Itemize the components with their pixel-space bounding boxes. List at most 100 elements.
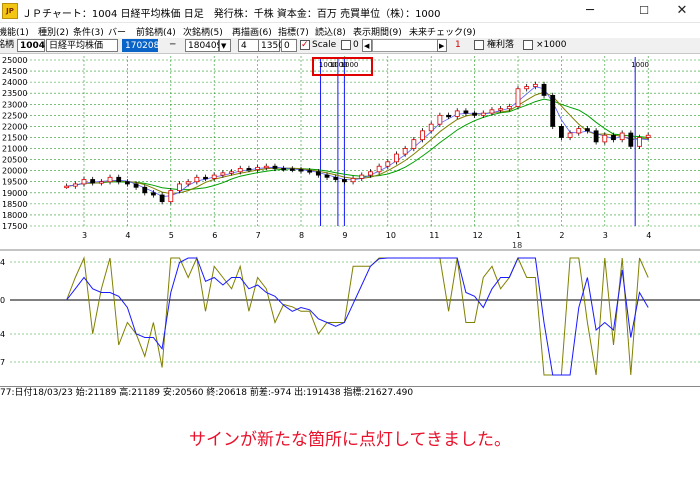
price-tick-label: 24500 — [2, 67, 27, 76]
code-label: 銘柄 — [0, 40, 15, 50]
month-tick-label: 7 — [256, 231, 261, 240]
menu-period[interactable]: 表示期間(9) — [353, 25, 402, 38]
month-tick-label: 8 — [299, 231, 304, 240]
stock-chart[interactable]: 25000 24500 24000 23500 23000 22500 22000 21500… — [0, 55, 700, 385]
minimize-button[interactable]: ─ — [568, 0, 612, 23]
menu-redraw[interactable]: 再描画(6) — [232, 25, 272, 38]
month-tick-label: 10 — [386, 231, 396, 240]
candle-body — [645, 134, 651, 138]
candle-body — [576, 128, 582, 134]
price-tick-label: 20500 — [2, 156, 27, 165]
month-tick-label: 5 — [169, 231, 174, 240]
oscillator-tick-label: 4 — [0, 330, 5, 339]
candle-body — [159, 194, 165, 203]
candle-body — [229, 171, 234, 174]
candle-body — [611, 134, 616, 141]
menu-load[interactable]: 読込(8) — [315, 25, 346, 38]
menu-type[interactable]: 種別(2) — [38, 25, 69, 38]
menu-condition[interactable]: 条件(3) — [73, 25, 104, 38]
menu-future-check[interactable]: 未来チェック(9) — [409, 25, 476, 38]
oscillator-line — [66, 256, 649, 376]
candle-body — [194, 176, 200, 183]
year-label: 18 — [512, 241, 522, 250]
month-tick-label: 4 — [646, 231, 651, 240]
candle-body — [315, 171, 321, 176]
field-c-input[interactable]: 0 — [281, 39, 297, 52]
menu-prev[interactable]: 前銘柄(4) — [136, 25, 176, 38]
code-input[interactable]: 1004 — [17, 39, 45, 52]
caption-text: サインが新たな箇所に点灯してきました。 — [189, 430, 511, 450]
candle-body — [619, 132, 625, 141]
candle-body — [185, 181, 191, 185]
app-icon: JP — [2, 3, 18, 19]
candle-body — [437, 114, 443, 125]
price-tick-label: 18000 — [2, 211, 27, 220]
x1000-label: ×1000 — [536, 40, 567, 50]
scroll-left-button[interactable]: ◀ — [362, 39, 372, 52]
scale-checkbox[interactable] — [300, 39, 310, 51]
candle-body — [559, 126, 564, 138]
candle-body — [281, 168, 287, 171]
stock-name-field[interactable]: 日経平均株価 — [46, 39, 118, 52]
scroll-right-button[interactable]: ▶ — [437, 39, 447, 52]
price-tick-label: 25000 — [2, 56, 27, 65]
candle-body — [237, 168, 243, 173]
window-title: ＪＰチャート：1004 日経平均株価 日足 発行株：千株 資本金：百万 売買単位… — [22, 9, 441, 20]
candle-body — [341, 179, 347, 183]
count-value: 1 — [455, 40, 461, 50]
scale-value-checkbox[interactable] — [341, 40, 351, 50]
x1000-checkbox[interactable] — [523, 40, 533, 50]
candle-body — [203, 176, 208, 180]
candle-body — [446, 114, 451, 118]
field-a-input[interactable]: 4 — [238, 39, 260, 52]
price-tick-label: 23000 — [2, 100, 27, 109]
candle-body — [411, 139, 417, 149]
price-tick-label: 19000 — [2, 189, 27, 198]
candle-body — [350, 178, 356, 183]
period-scrollbar[interactable] — [372, 39, 438, 52]
price-tick-label: 22500 — [2, 111, 27, 120]
candle-body — [272, 165, 278, 169]
candle-body — [81, 179, 87, 185]
candle-body — [480, 112, 486, 116]
candle-body — [368, 171, 373, 176]
chart-area[interactable]: 25000 24500 24000 23500 23000 22500 22000 21500… — [0, 55, 700, 385]
price-tick-label: 24000 — [2, 78, 27, 87]
month-tick-label: 3 — [603, 231, 608, 240]
date-from-input[interactable]: 170208 — [122, 39, 159, 52]
candle-body — [402, 148, 408, 155]
candle-body — [98, 181, 104, 184]
candle-body — [394, 153, 399, 163]
adjust-label: 権利落 — [487, 40, 515, 50]
field-b-input[interactable]: 1350 — [258, 39, 284, 52]
candle-body — [255, 166, 261, 170]
menu-bar-item[interactable]: バー — [108, 25, 126, 38]
menu-bar: 機能(1) 種別(2) 条件(3) バー 前銘柄(4) 次銘柄(5) 再描画(6… — [0, 23, 700, 38]
candle-body — [420, 130, 425, 141]
price-tick-label: 20000 — [2, 167, 27, 176]
status-bar: 77:日付18/03/23 始:21189 高:21189 安:20560 終:… — [0, 386, 700, 400]
price-tick-label: 23500 — [2, 89, 27, 98]
month-tick-label: 9 — [342, 231, 347, 240]
candle-body — [289, 168, 295, 171]
candle-body — [454, 110, 460, 117]
date-to-input[interactable]: 180409 — [185, 39, 222, 52]
candle-body — [90, 179, 96, 184]
candle-body — [133, 183, 139, 188]
candle-body — [550, 95, 556, 127]
scale-value: 0 — [353, 40, 359, 50]
candle-body — [541, 83, 547, 96]
adjust-checkbox[interactable] — [474, 40, 484, 50]
candle-body — [107, 176, 113, 183]
scale-label: Scale — [312, 40, 337, 50]
oscillator-tick-label: 4 — [0, 258, 5, 267]
menu-next[interactable]: 次銘柄(5) — [183, 25, 223, 38]
close-button[interactable]: ✕ — [660, 0, 700, 23]
menu-function[interactable]: 機能(1) — [0, 25, 29, 38]
candle-body — [220, 172, 226, 176]
menu-indicator[interactable]: 指標(7) — [278, 25, 309, 38]
month-tick-label: 12 — [473, 231, 483, 240]
date-dropdown-button[interactable]: ▼ — [219, 39, 231, 52]
oscillator-tick-label: 0 — [0, 296, 5, 305]
candle-body — [142, 186, 148, 194]
